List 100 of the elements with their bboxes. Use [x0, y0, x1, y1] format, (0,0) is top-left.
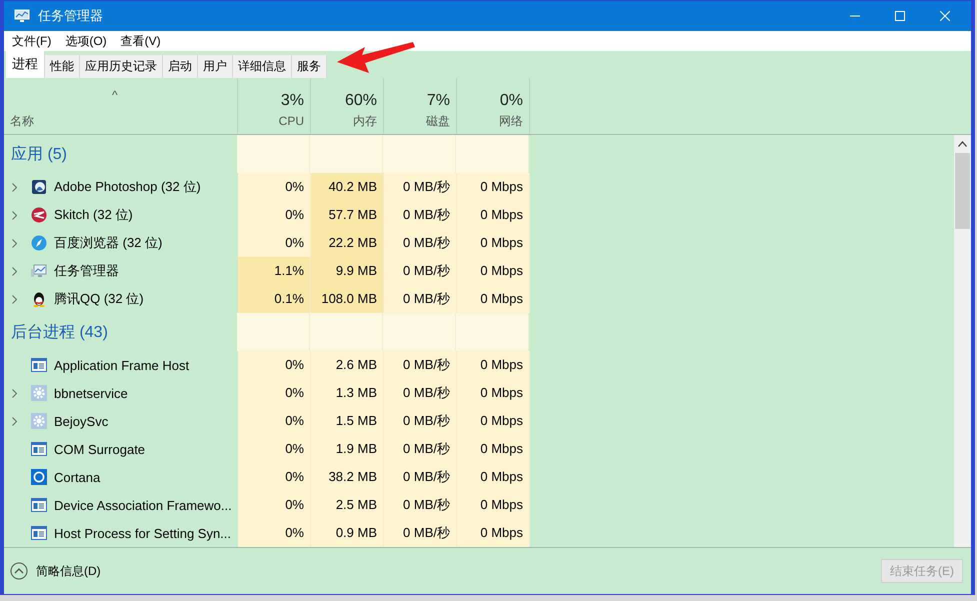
- table-cell: 40.2 MB: [311, 173, 384, 201]
- column-header[interactable]: 磁盘: [426, 112, 450, 130]
- table-cell: 0 Mbps: [457, 229, 530, 257]
- group-header[interactable]: 应用 (5): [11, 144, 67, 164]
- table-cell: 0 MB/秒: [384, 519, 457, 547]
- maximize-icon: [894, 11, 904, 21]
- table-cell: 0 MB/秒: [384, 435, 457, 463]
- column-total: 0%: [500, 91, 523, 111]
- table-cell: 22.2 MB: [311, 229, 384, 257]
- process-name[interactable]: 百度浏览器 (32 位): [54, 234, 162, 252]
- column-header[interactable]: 名称: [10, 113, 34, 130]
- tab[interactable]: 应用历史记录: [80, 55, 163, 78]
- table-cell: 1.9 MB: [311, 435, 384, 463]
- table-cell: 0.1%: [238, 285, 311, 313]
- table-cell: 2.5 MB: [311, 491, 384, 519]
- table-cell: 0 MB/秒: [384, 463, 457, 491]
- gear-icon: [31, 413, 47, 429]
- window-icon: [31, 358, 47, 372]
- scrollbar[interactable]: [954, 135, 971, 547]
- table-cell: 0%: [238, 201, 311, 229]
- table-cell: 0 MB/秒: [384, 201, 457, 229]
- column-total: 7%: [426, 91, 450, 111]
- process-name[interactable]: Cortana: [54, 470, 100, 484]
- table-cell: 0 Mbps: [457, 173, 530, 201]
- details-toggle[interactable]: 简略信息(D): [36, 562, 101, 580]
- table-cell: 0%: [238, 435, 311, 463]
- column-total: 60%: [344, 91, 377, 111]
- table-cell: 0 Mbps: [457, 201, 530, 229]
- tab[interactable]: 性能: [45, 55, 80, 78]
- table-cell: 0 MB/秒: [384, 285, 457, 313]
- table-cell: 0 MB/秒: [384, 351, 457, 379]
- table-cell: 0 Mbps: [457, 519, 530, 547]
- table-cell: 0 Mbps: [457, 379, 530, 407]
- close-icon: [940, 11, 950, 21]
- table-cell: 0 Mbps: [457, 257, 530, 285]
- table-cell: 0 Mbps: [457, 491, 530, 519]
- window-icon: [31, 498, 47, 512]
- menu-item[interactable]: 选项(O): [61, 32, 113, 50]
- table-cell: 1.3 MB: [311, 379, 384, 407]
- column-total: 3%: [280, 91, 304, 111]
- table-cell: 57.7 MB: [311, 201, 384, 229]
- table-cell: 0 MB/秒: [384, 257, 457, 285]
- tab[interactable]: 详细信息: [233, 55, 292, 78]
- globe-icon: [31, 179, 47, 195]
- table-cell: 9.9 MB: [311, 257, 384, 285]
- table-cell: 0%: [238, 463, 311, 491]
- menu-item[interactable]: 文件(F): [8, 32, 58, 50]
- process-name[interactable]: bbnetservice: [54, 386, 128, 400]
- table-cell: 108.0 MB: [311, 285, 384, 313]
- tab[interactable]: 进程: [6, 51, 45, 78]
- circle-icon: [31, 469, 47, 485]
- table-cell: 1.5 MB: [311, 407, 384, 435]
- group-header[interactable]: 后台进程 (43): [11, 322, 108, 342]
- column-header[interactable]: 内存: [353, 112, 377, 130]
- compass-icon: [31, 235, 47, 251]
- table-cell: 0%: [238, 519, 311, 547]
- pen-icon: [31, 207, 47, 223]
- gear-icon: [31, 385, 47, 401]
- table-cell: 0 MB/秒: [384, 173, 457, 201]
- table-cell: 0 Mbps: [457, 351, 530, 379]
- window-icon: [31, 526, 47, 540]
- table-cell: 0 Mbps: [457, 407, 530, 435]
- menu-item[interactable]: 查看(V): [116, 32, 167, 50]
- sort-indicator[interactable]: ^: [112, 88, 118, 102]
- tab[interactable]: 服务: [292, 55, 327, 78]
- tab[interactable]: 用户: [198, 55, 233, 78]
- monitor-icon: [14, 9, 30, 23]
- table-cell: 0%: [238, 351, 311, 379]
- table-cell: 0%: [238, 407, 311, 435]
- table-cell: 0%: [238, 229, 311, 257]
- window-title: 任务管理器: [38, 7, 103, 25]
- process-name[interactable]: Host Process for Setting Syn...: [54, 526, 232, 540]
- column-header[interactable]: 网络: [499, 112, 523, 130]
- process-name[interactable]: Adobe Photoshop (32 位): [54, 178, 201, 196]
- process-name[interactable]: 任务管理器: [54, 262, 119, 280]
- column-header[interactable]: CPU: [278, 112, 304, 130]
- process-name[interactable]: 腾讯QQ (32 位): [54, 290, 144, 308]
- monitor-icon: [31, 263, 47, 279]
- window-icon: [31, 442, 47, 456]
- table-cell: 0 Mbps: [457, 285, 530, 313]
- table-cell: 0.9 MB: [311, 519, 384, 547]
- table-cell: 2.6 MB: [311, 351, 384, 379]
- table-cell: 0%: [238, 379, 311, 407]
- table-cell: 1.1%: [238, 257, 311, 285]
- table-cell: 0 MB/秒: [384, 407, 457, 435]
- table-cell: 0%: [238, 491, 311, 519]
- table-cell: 38.2 MB: [311, 463, 384, 491]
- process-name[interactable]: Skitch (32 位): [54, 206, 133, 224]
- process-name[interactable]: Application Frame Host: [54, 358, 190, 372]
- table-cell: 0 Mbps: [457, 463, 530, 491]
- table-cell: 0%: [238, 173, 311, 201]
- table-cell: 0 MB/秒: [384, 229, 457, 257]
- table-cell: 0 MB/秒: [384, 491, 457, 519]
- process-name[interactable]: COM Surrogate: [54, 442, 146, 456]
- table-cell: 0 Mbps: [457, 435, 530, 463]
- process-name[interactable]: Device Association Framewo...: [54, 498, 232, 512]
- tab[interactable]: 启动: [163, 55, 198, 78]
- penguin-icon: [31, 291, 47, 307]
- process-name[interactable]: BejoySvc: [54, 414, 108, 428]
- scroll-thumb[interactable]: [955, 153, 970, 229]
